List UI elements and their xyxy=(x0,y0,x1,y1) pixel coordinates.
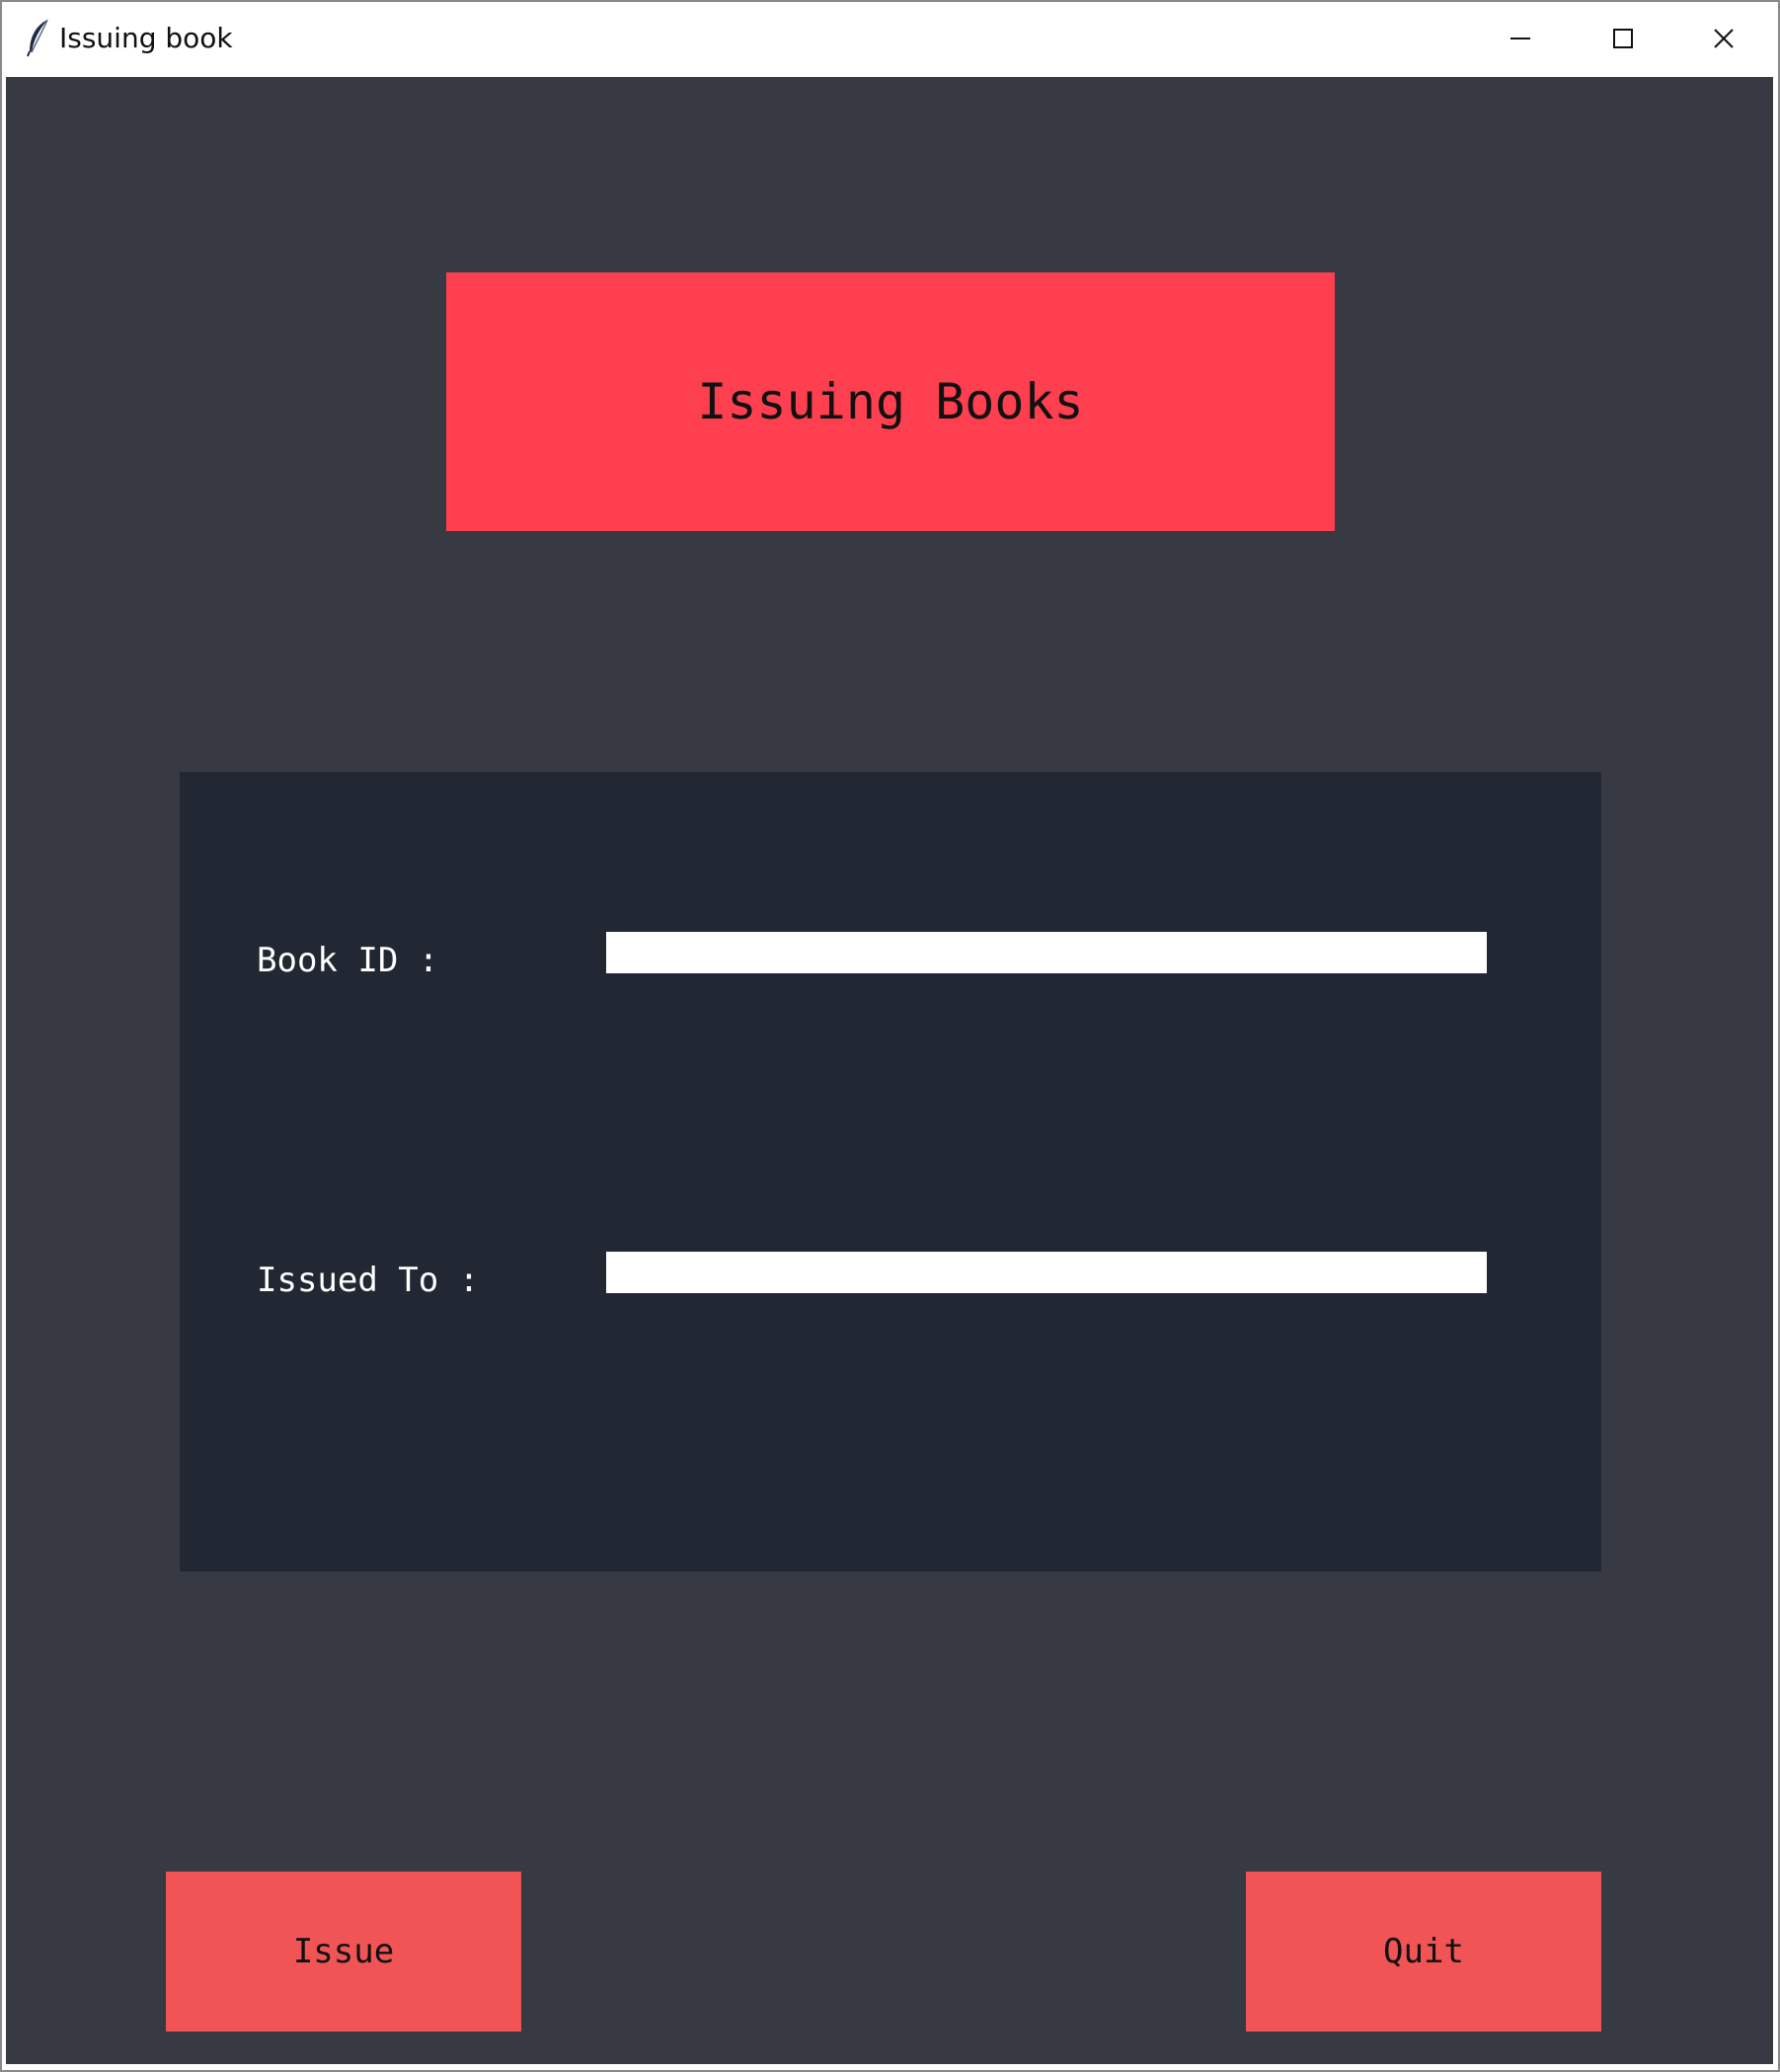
title-bar[interactable]: Issuing book xyxy=(2,2,1778,75)
minimize-button[interactable] xyxy=(1471,2,1570,75)
close-icon xyxy=(1714,29,1734,48)
maximize-button[interactable] xyxy=(1574,2,1672,75)
book-id-input[interactable] xyxy=(606,932,1487,973)
heading-banner: Issuing Books xyxy=(446,272,1335,531)
issued-to-label: Issued To : xyxy=(257,1261,480,1300)
quit-button[interactable]: Quit xyxy=(1246,1872,1601,2032)
window-content: Issuing Books Book ID : Issued To : Issu… xyxy=(6,77,1773,2064)
book-id-label: Book ID : xyxy=(257,941,439,980)
close-button[interactable] xyxy=(1674,2,1773,75)
window-title: Issuing book xyxy=(59,22,233,54)
maximize-icon xyxy=(1613,29,1633,48)
issue-form-panel: Book ID : Issued To : xyxy=(180,772,1601,1572)
issue-button[interactable]: Issue xyxy=(166,1872,521,2032)
page-title: Issuing Books xyxy=(697,373,1084,430)
feather-icon xyxy=(27,19,48,57)
issued-to-input[interactable] xyxy=(606,1252,1487,1293)
minimize-icon xyxy=(1510,38,1530,39)
app-window: Issuing book Issuing Books Book ID : Iss… xyxy=(0,0,1780,2072)
